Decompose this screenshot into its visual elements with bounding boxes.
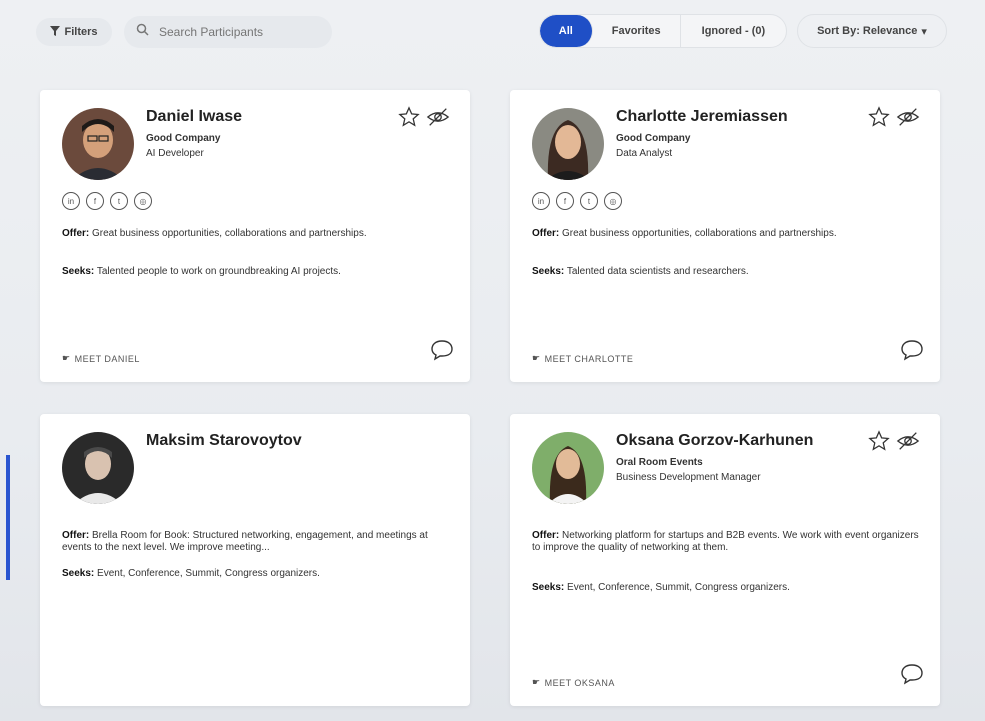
seeks-label: Seeks: bbox=[62, 568, 95, 579]
search-box[interactable] bbox=[124, 16, 332, 48]
card-actions bbox=[398, 106, 450, 133]
instagram-icon[interactable]: ◎ bbox=[604, 192, 622, 210]
offer-value: Brella Room for Book: Structured network… bbox=[62, 530, 428, 553]
filters-button[interactable]: Filters bbox=[36, 18, 112, 46]
meet-button[interactable]: ☛ MEET OKSANA bbox=[532, 677, 615, 688]
participant-card: Oksana Gorzov-Karhunen Oral Room Events … bbox=[510, 414, 940, 706]
participant-name: Charlotte Jeremiassen bbox=[616, 108, 788, 125]
tab-all[interactable]: All bbox=[540, 15, 593, 47]
participant-company: Good Company bbox=[146, 133, 221, 144]
avatar bbox=[62, 108, 134, 180]
seeks-label: Seeks: bbox=[532, 266, 565, 277]
seeks-text: Seeks: Event, Conference, Summit, Congre… bbox=[532, 582, 920, 594]
chat-icon[interactable] bbox=[430, 339, 454, 366]
participant-name: Maksim Starovoytov bbox=[146, 432, 302, 449]
participant-card: Daniel Iwase Good Company AI Developer i… bbox=[40, 90, 470, 382]
participant-company: Oral Room Events bbox=[616, 457, 703, 468]
search-icon bbox=[136, 23, 149, 41]
offer-value: Networking platform for startups and B2B… bbox=[532, 530, 919, 553]
seeks-text: Seeks: Event, Conference, Summit, Congre… bbox=[62, 568, 450, 580]
scroll-indicator bbox=[6, 455, 10, 580]
seeks-value: Talented people to work on groundbreakin… bbox=[96, 266, 341, 277]
search-input[interactable] bbox=[157, 24, 321, 40]
star-icon[interactable] bbox=[868, 430, 890, 457]
seeks-value: Event, Conference, Summit, Congress orga… bbox=[97, 568, 320, 579]
participant-name: Oksana Gorzov-Karhunen bbox=[616, 432, 814, 449]
filters-label: Filters bbox=[64, 26, 98, 38]
seeks-text: Seeks: Talented data scientists and rese… bbox=[532, 266, 920, 278]
offer-text: Offer: Networking platform for startups … bbox=[532, 530, 920, 554]
offer-text: Offer: Great business opportunities, col… bbox=[532, 228, 920, 240]
chevron-down-icon: ▾ bbox=[921, 25, 927, 38]
sort-label: Sort By: Relevance bbox=[817, 25, 918, 37]
meet-label: MEET DANIEL bbox=[74, 353, 140, 364]
facebook-icon[interactable]: f bbox=[86, 192, 104, 210]
seeks-label: Seeks: bbox=[62, 266, 95, 277]
twitter-icon[interactable]: t bbox=[580, 192, 598, 210]
hand-pointer-icon: ☛ bbox=[532, 353, 541, 363]
seeks-label: Seeks: bbox=[532, 582, 565, 593]
avatar bbox=[62, 432, 134, 504]
card-actions bbox=[868, 106, 920, 133]
offer-label: Offer: bbox=[62, 228, 90, 239]
meet-button[interactable]: ☛ MEET CHARLOTTE bbox=[532, 353, 633, 364]
hand-pointer-icon: ☛ bbox=[532, 677, 541, 687]
chat-icon[interactable] bbox=[900, 339, 924, 366]
participant-card: Maksim Starovoytov Offer: Brella Room fo… bbox=[40, 414, 470, 706]
avatar bbox=[532, 432, 604, 504]
meet-label: MEET CHARLOTTE bbox=[544, 353, 634, 364]
meet-label: MEET OKSANA bbox=[544, 677, 615, 688]
meet-button[interactable]: ☛ MEET DANIEL bbox=[62, 353, 140, 364]
social-links: in f t ◎ bbox=[62, 192, 152, 210]
offer-value: Great business opportunities, collaborat… bbox=[92, 228, 367, 239]
chat-icon[interactable] bbox=[900, 663, 924, 690]
participant-role: Data Analyst bbox=[616, 148, 673, 159]
instagram-icon[interactable]: ◎ bbox=[134, 192, 152, 210]
tab-ignored[interactable]: Ignored - (0) bbox=[681, 15, 786, 47]
offer-text: Offer: Great business opportunities, col… bbox=[62, 228, 450, 240]
linkedin-icon[interactable]: in bbox=[532, 192, 550, 210]
participant-card: Charlotte Jeremiassen Good Company Data … bbox=[510, 90, 940, 382]
card-actions bbox=[868, 430, 920, 457]
sort-dropdown[interactable]: Sort By: Relevance ▾ bbox=[797, 14, 947, 48]
seeks-text: Seeks: Talented people to work on ground… bbox=[62, 266, 450, 278]
hide-icon[interactable] bbox=[896, 106, 920, 133]
hide-icon[interactable] bbox=[426, 106, 450, 133]
participant-company: Good Company bbox=[616, 133, 691, 144]
toolbar: Filters All Favorites Ignored - (0) Sort… bbox=[0, 0, 985, 70]
offer-label: Offer: bbox=[62, 530, 90, 541]
filter-icon bbox=[50, 25, 61, 39]
facebook-icon[interactable]: f bbox=[556, 192, 574, 210]
offer-label: Offer: bbox=[532, 530, 560, 541]
seeks-value: Event, Conference, Summit, Congress orga… bbox=[567, 582, 790, 593]
hide-icon[interactable] bbox=[896, 430, 920, 457]
linkedin-icon[interactable]: in bbox=[62, 192, 80, 210]
offer-text: Offer: Brella Room for Book: Structured … bbox=[62, 530, 450, 554]
participant-role: AI Developer bbox=[146, 148, 204, 159]
hand-pointer-icon: ☛ bbox=[62, 353, 71, 363]
view-filter-tabs: All Favorites Ignored - (0) bbox=[539, 14, 787, 48]
participant-name: Daniel Iwase bbox=[146, 108, 243, 125]
tab-favorites[interactable]: Favorites bbox=[593, 15, 681, 47]
offer-value: Great business opportunities, collaborat… bbox=[562, 228, 837, 239]
avatar bbox=[532, 108, 604, 180]
participant-role: Business Development Manager bbox=[616, 472, 761, 483]
star-icon[interactable] bbox=[398, 106, 420, 133]
star-icon[interactable] bbox=[868, 106, 890, 133]
offer-label: Offer: bbox=[532, 228, 560, 239]
social-links: in f t ◎ bbox=[532, 192, 622, 210]
twitter-icon[interactable]: t bbox=[110, 192, 128, 210]
seeks-value: Talented data scientists and researchers… bbox=[566, 266, 749, 277]
